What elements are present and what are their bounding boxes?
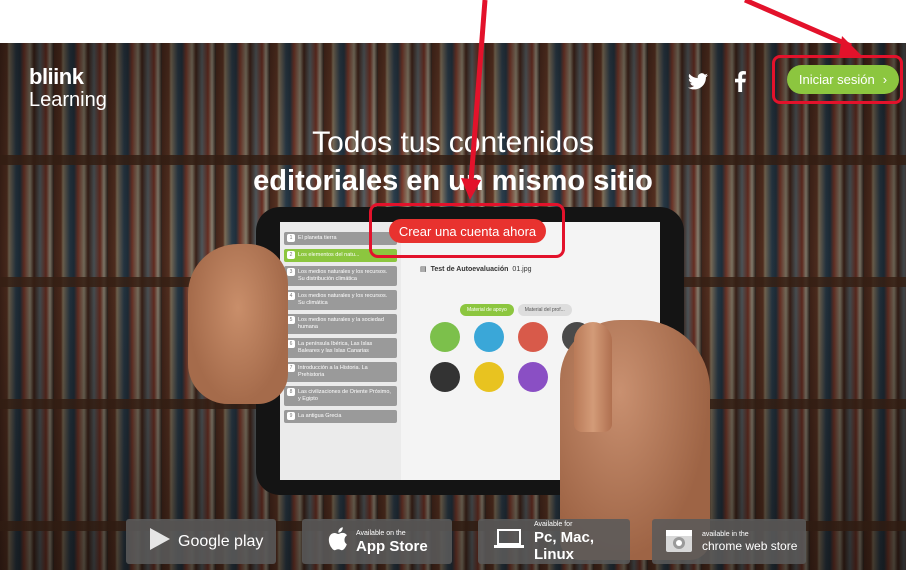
app-store-badge[interactable]: Available on the App Store (302, 519, 452, 564)
document-icon: ▤ (420, 266, 427, 273)
laptop-icon (494, 529, 524, 554)
chapter-number: 3 (287, 268, 295, 276)
chapter-number: 4 (287, 292, 295, 300)
chapter-label: La península Ibérica, Las Islas Baleares… (298, 341, 373, 354)
social-links (688, 70, 750, 92)
twitter-icon[interactable] (688, 70, 708, 92)
test-meta: 01.jpg (512, 265, 532, 273)
chapter-item[interactable]: 7 Introducción a la Historia. La Prehisto… (284, 362, 397, 382)
hero-headline: Todos tus contenidos editoriales en un m… (0, 125, 906, 201)
app-store-small: Available on the (356, 529, 406, 537)
resource-thumbnail[interactable] (518, 322, 548, 352)
chapter-item[interactable]: 4 Los medios naturales y los recursos. Su… (284, 290, 397, 310)
apple-icon (328, 527, 348, 556)
chapter-label: El planeta tierra (298, 235, 337, 241)
chapter-number: 8 (287, 388, 295, 396)
chapter-number: 5 (287, 316, 295, 324)
desktop-big: Pc, Mac, Linux (534, 529, 595, 563)
google-play-label: Google play (178, 532, 264, 550)
chapter-label: Los elementos del natu... (298, 252, 360, 258)
tab-material-apoyo[interactable]: Material de apoyo (460, 304, 514, 316)
chapter-number: 9 (287, 412, 295, 420)
chapter-item[interactable]: 6 La península Ibérica, Las Islas Baleare… (284, 338, 397, 358)
headline-line-1: Todos tus contenidos (312, 126, 594, 159)
headline-line-2: editoriales en un mismo sitio (253, 165, 653, 197)
chapter-item[interactable]: 8 Las civilizaciones de Oriente Próximo, … (284, 386, 397, 406)
login-annotation-box (772, 55, 903, 104)
app-store-text: Available on the App Store (356, 529, 428, 555)
chrome-store-small: available in the (702, 531, 749, 538)
desktop-small: Available for (534, 521, 573, 528)
resource-thumbnail[interactable] (430, 322, 460, 352)
material-tabs: Material de apoyo Material del prof... (460, 304, 572, 316)
chapter-label: Los medios naturales y los recursos. Su … (298, 293, 388, 306)
google-play-badge[interactable]: Google play (126, 519, 276, 564)
app-store-big: App Store (356, 537, 428, 555)
chapter-item[interactable]: 9 La antigua Grecia (284, 410, 397, 423)
chapter-number: 7 (287, 364, 295, 372)
chapter-number: 6 (287, 340, 295, 348)
chapter-label: Los medios naturales y los recursos. Su … (298, 269, 388, 282)
chapter-label: Los medios naturales y la sociedad human… (298, 317, 384, 330)
chapter-label: Las civilizaciones de Oriente Próximo, y… (298, 389, 391, 402)
chrome-store-badge[interactable]: available in the chrome web store (652, 519, 806, 564)
resource-thumbnail[interactable] (474, 322, 504, 352)
left-hand (188, 244, 288, 404)
resource-thumbnail[interactable] (474, 362, 504, 392)
chapter-label: La antigua Grecia (298, 413, 342, 419)
pointing-finger (574, 322, 612, 432)
chapter-label: Introducción a la Historia. La Prehistor… (298, 365, 368, 378)
resource-thumbnail[interactable] (430, 362, 460, 392)
facebook-icon[interactable] (730, 70, 750, 92)
brand-logo[interactable]: bliink Learning (29, 64, 107, 111)
chapter-item[interactable]: 5 Los medios naturales y la sociedad huma… (284, 314, 397, 334)
logo-wordmark: bliink (29, 64, 84, 89)
resource-thumbnail[interactable] (518, 362, 548, 392)
chrome-store-icon (664, 524, 694, 559)
chapter-number: 2 (287, 251, 295, 259)
arrow-to-login (744, 0, 852, 49)
store-badges: Google play Available on the App Store A… (126, 519, 806, 564)
chrome-store-big: chrome web store (702, 539, 798, 553)
test-row: ▤ Test de Autoevaluación 01.jpg (420, 262, 640, 276)
cta-annotation-box (369, 203, 565, 258)
desktop-badge[interactable]: Available for Pc, Mac, Linux (478, 519, 630, 564)
tab-material-profesor[interactable]: Material del prof... (517, 304, 572, 316)
test-title: Test de Autoevaluación (430, 265, 509, 273)
chapter-number: 1 (287, 234, 295, 242)
desktop-text: Available for Pc, Mac, Linux (534, 520, 630, 563)
chrome-store-text: available in the chrome web store (702, 530, 797, 553)
chapter-list: 1 El planeta tierra 2 Los elementos del nat… (280, 222, 401, 480)
chapter-item[interactable]: 3 Los medios naturales y los recursos. Su… (284, 266, 397, 286)
play-icon (150, 528, 170, 555)
logo-subtitle: Learning (29, 89, 107, 111)
